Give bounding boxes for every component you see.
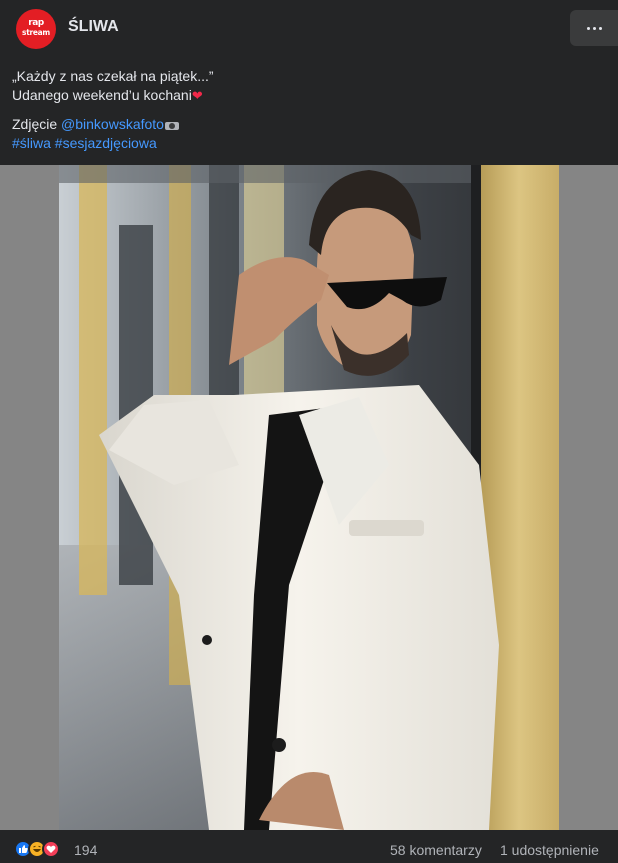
shares-count-link[interactable]: 1 udostępnienie <box>500 842 599 858</box>
post-header: rap stream ŚLIWA <box>0 0 618 58</box>
post-photo[interactable] <box>59 165 559 830</box>
more-options-button[interactable] <box>570 10 618 46</box>
dot-icon <box>598 26 602 30</box>
photo-container <box>0 165 618 830</box>
heart-emoji-icon: ❤ <box>191 88 203 103</box>
post-line-2: Udanego weekend’u kochani❤ <box>12 86 608 105</box>
photo-credit-line: Zdjęcie @binkowskafoto <box>12 115 608 134</box>
post-text: „Każdy z nas czekał na piątek...” Udaneg… <box>12 67 608 153</box>
comments-count-link[interactable]: 58 komentarzy <box>390 842 482 858</box>
post-footer-stats: 194 58 komentarzy 1 udostępnienie <box>0 830 618 863</box>
camera-emoji-icon <box>164 120 179 130</box>
avatar-logo-text-top: rap <box>28 18 44 28</box>
dot-icon <box>586 26 590 30</box>
photographer-mention-link[interactable]: @binkowskafoto <box>61 116 164 132</box>
reaction-count[interactable]: 194 <box>74 842 97 858</box>
photo-credit-prefix: Zdjęcie <box>12 116 62 132</box>
hashtag-sesjazdjeciowa-link[interactable]: #sesjazdjęciowa <box>55 135 157 151</box>
love-reaction-icon <box>42 840 60 858</box>
page-name-link[interactable]: ŚLIWA <box>68 18 119 36</box>
page-avatar[interactable]: rap stream <box>16 9 56 49</box>
hashtags-line: #śliwa #sesjazdjęciowa <box>12 134 608 153</box>
avatar-logo-text-bottom: stream <box>22 28 50 37</box>
hashtag-sliwa-link[interactable]: #śliwa <box>12 135 51 151</box>
photo-illustration <box>59 165 559 830</box>
post-line-2-text: Udanego weekend’u kochani <box>12 87 192 103</box>
post-line-1: „Każdy z nas czekał na piątek...” <box>12 68 214 84</box>
dot-icon <box>592 26 596 30</box>
